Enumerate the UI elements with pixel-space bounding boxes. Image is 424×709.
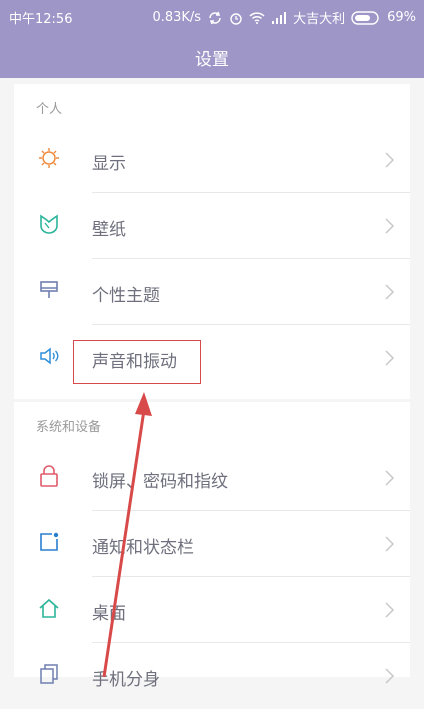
status-time: 中午12:56 xyxy=(9,12,73,27)
settings-item-label: 显示 xyxy=(92,154,126,174)
section-title-personal: 个人 xyxy=(36,102,63,117)
wallpaper-icon xyxy=(40,214,58,234)
chevron-right-icon xyxy=(385,350,395,366)
chevron-right-icon xyxy=(385,470,395,486)
signal-icon xyxy=(272,11,287,24)
app-header: 中午12:56 0.83K/s 大吉大利 69% 设置 xyxy=(0,0,424,78)
settings-item-lockscreen[interactable]: 锁屏、密码和指纹 xyxy=(14,445,410,511)
section-title-system: 系统和设备 xyxy=(36,420,102,435)
settings-item-label: 桌面 xyxy=(92,604,126,624)
speaker-icon xyxy=(40,347,59,365)
chevron-right-icon xyxy=(385,152,395,168)
phone-clone-icon xyxy=(40,664,58,684)
lock-icon xyxy=(40,465,58,487)
settings-item-label: 个性主题 xyxy=(92,286,160,306)
carrier-name: 大吉大利 xyxy=(293,12,346,27)
settings-item-label: 手机分身 xyxy=(92,670,160,690)
chevron-right-icon xyxy=(385,536,395,552)
wifi-icon xyxy=(249,11,265,24)
settings-item-label: 壁纸 xyxy=(92,220,126,240)
settings-item-display[interactable]: 显示 xyxy=(14,127,410,193)
theme-brush-icon xyxy=(40,281,58,298)
settings-item-desktop[interactable]: 桌面 xyxy=(14,577,410,643)
chevron-right-icon xyxy=(385,602,395,618)
alarm-icon xyxy=(230,12,242,25)
network-speed: 0.83K/s xyxy=(152,10,202,25)
chevron-right-icon xyxy=(385,218,395,234)
settings-item-label: 锁屏、密码和指纹 xyxy=(92,472,228,492)
settings-item-label: 通知和状态栏 xyxy=(92,538,194,558)
chevron-right-icon xyxy=(385,284,395,300)
sun-icon xyxy=(39,148,59,168)
battery-percent: 69% xyxy=(387,10,416,25)
highlight-box-annotation xyxy=(73,340,201,384)
notification-icon xyxy=(40,532,59,551)
chevron-right-icon xyxy=(385,668,395,684)
sync-icon xyxy=(209,11,221,24)
page-title: 设置 xyxy=(195,50,229,70)
home-icon xyxy=(39,598,59,618)
battery-icon xyxy=(351,10,379,25)
settings-item-notification[interactable]: 通知和状态栏 xyxy=(14,511,410,577)
status-bar: 中午12:56 0.83K/s 大吉大利 69% xyxy=(0,0,424,32)
settings-item-phone-clone[interactable]: 手机分身 xyxy=(14,643,410,709)
settings-item-wallpaper[interactable]: 壁纸 xyxy=(14,193,410,259)
settings-item-theme[interactable]: 个性主题 xyxy=(14,259,410,325)
section-system: 系统和设备 锁屏、密码和指纹 通知和状态栏 桌面 手机分身 xyxy=(14,402,410,690)
